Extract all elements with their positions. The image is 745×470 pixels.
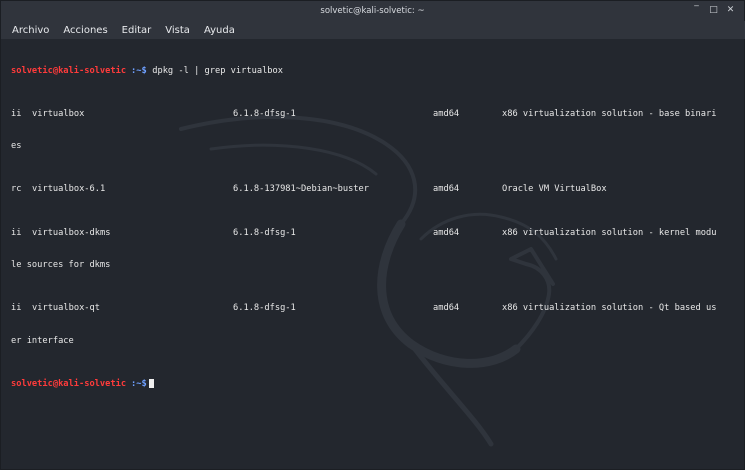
prompt-user: solvetic@kali-solvetic [11, 378, 127, 389]
window-title: solvetic@kali-solvetic: ~ [320, 6, 425, 16]
output-row: ii virtualbox-qt 6.1.8-dfsg-1 amd64 x86 … [11, 303, 716, 314]
output-row: rc virtualbox-6.1 6.1.8-137981~Debian~bu… [11, 184, 607, 195]
pkg-status: ii [11, 227, 22, 238]
output-wrap: es [11, 141, 53, 152]
pkg-desc: Oracle VM VirtualBox [502, 184, 607, 195]
pkg-desc: x86 virtualization solution - base binar… [502, 108, 717, 119]
terminal-text: solvetic@kali-solvetic :~$ dpkg -l | gre… [11, 44, 716, 411]
output-wrap: le sources for dkms [11, 260, 110, 271]
text-cursor [149, 378, 154, 388]
wrap-text: le sources for dkms [11, 259, 111, 270]
prompt-user: solvetic@kali-solvetic [11, 65, 127, 76]
pkg-version: 6.1.8-dfsg-1 [233, 303, 296, 314]
close-icon[interactable]: ✕ [725, 4, 736, 16]
pkg-arch: amd64 [433, 184, 460, 195]
output-row: ii virtualbox-dkms 6.1.8-dfsg-1 amd64 x8… [11, 227, 716, 239]
pkg-status: ii [11, 303, 22, 314]
wrap-text: er interface [11, 335, 74, 346]
menu-archivo[interactable]: Archivo [5, 25, 56, 36]
wrap-text: es [11, 141, 22, 152]
pkg-name: virtualbox-dkms [32, 227, 111, 238]
pkg-status: ii [11, 108, 22, 119]
menu-editar[interactable]: Editar [115, 25, 159, 36]
menu-vista[interactable]: Vista [158, 25, 197, 36]
terminal-window: solvetic@kali-solvetic: ~ ‾ □ ✕ Archivo … [0, 0, 745, 470]
maximize-icon[interactable]: □ [708, 4, 719, 16]
command-text: dpkg -l | grep virtualbox [147, 65, 283, 76]
title-bar[interactable]: solvetic@kali-solvetic: ~ ‾ □ ✕ [1, 1, 744, 21]
menu-ayuda[interactable]: Ayuda [197, 25, 242, 36]
prompt-path: :~$ [131, 378, 147, 389]
pkg-arch: amd64 [433, 303, 460, 314]
pkg-name: virtualbox-6.1 [32, 184, 106, 195]
kali-dragon-icon [179, 115, 558, 447]
pkg-desc: x86 virtualization solution - Qt based u… [502, 303, 717, 314]
pkg-version: 6.1.8-dfsg-1 [233, 108, 296, 119]
pkg-name: virtualbox-qt [32, 303, 100, 314]
window-controls: ‾ □ ✕ [691, 4, 736, 16]
prompt-line: solvetic@kali-solvetic :~$ [11, 378, 154, 390]
pkg-version: 6.1.8-137981~Debian~buster [233, 184, 369, 195]
menu-bar: Archivo Acciones Editar Vista Ayuda [1, 21, 745, 39]
menu-acciones[interactable]: Acciones [56, 25, 114, 36]
pkg-arch: amd64 [433, 227, 460, 238]
output-wrap: er interface [11, 336, 74, 347]
minimize-icon[interactable]: ‾ [691, 4, 702, 16]
pkg-arch: amd64 [433, 108, 460, 119]
pkg-desc: x86 virtualization solution - kernel mod… [502, 227, 717, 238]
pkg-status: rc [11, 184, 22, 195]
command-line: solvetic@kali-solvetic :~$ dpkg -l | gre… [11, 66, 283, 77]
pkg-name: virtualbox [32, 108, 85, 119]
pkg-version: 6.1.8-dfsg-1 [233, 227, 296, 238]
terminal-output[interactable]: solvetic@kali-solvetic :~$ dpkg -l | gre… [1, 39, 744, 469]
prompt-path: :~$ [131, 65, 147, 76]
output-row: ii virtualbox 6.1.8-dfsg-1 amd64 x86 vir… [11, 108, 716, 120]
